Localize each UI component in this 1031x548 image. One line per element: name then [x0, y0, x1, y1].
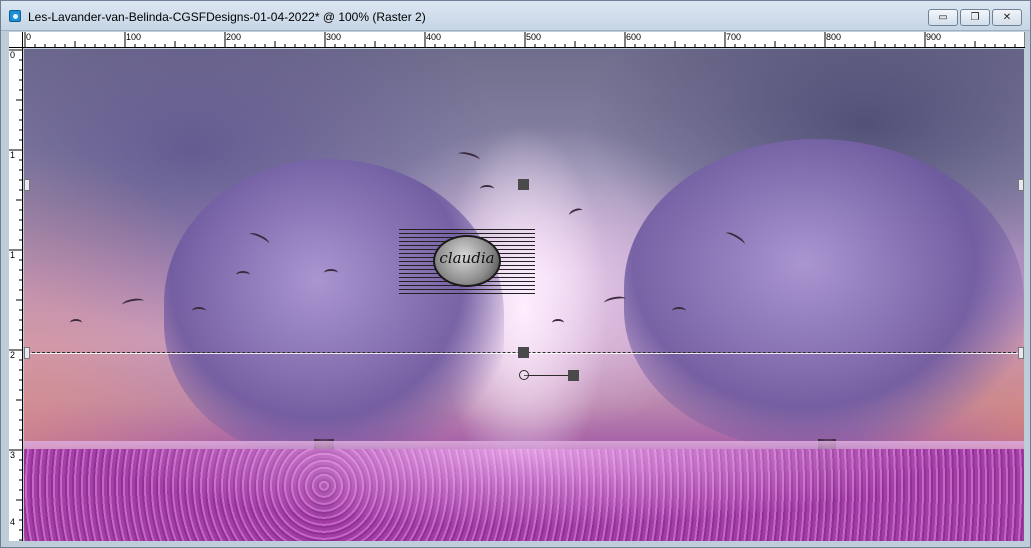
restore-icon: ❐ [970, 12, 980, 23]
bird [236, 271, 250, 279]
watermark-signature: claudia [439, 249, 495, 267]
ruler-label-500: 500 [526, 32, 542, 42]
ruler-label-300: 300 [326, 32, 342, 42]
tree-right-crown [624, 139, 1024, 449]
restore-button[interactable]: ❐ [960, 9, 990, 26]
ruler-label-800: 800 [826, 32, 842, 42]
title-bar[interactable]: Les-Lavander-van-Belinda-CGSFDesigns-01-… [1, 1, 1030, 31]
horizontal-ruler-ticks [24, 32, 1025, 47]
minimize-icon: ▭ [938, 12, 948, 23]
ruler-label-200: 200 [226, 32, 242, 42]
deform-handle-top[interactable] [518, 179, 529, 190]
rotation-pivot-icon[interactable] [519, 370, 529, 380]
ruler-label-0: 0 [26, 32, 32, 42]
ruler-label-v0: 0 [10, 50, 16, 60]
bird [324, 269, 338, 277]
image-window: Les-Lavander-van-Belinda-CGSFDesigns-01-… [0, 0, 1031, 548]
ruler-label-v470: 4 [10, 517, 16, 527]
ruler-corner [9, 32, 23, 48]
deform-handle-left-top[interactable] [24, 179, 30, 191]
bird [192, 307, 206, 315]
ruler-label-v400: 3 [10, 450, 16, 460]
vertical-ruler[interactable]: 0 1 1 2 3 4 [9, 48, 23, 541]
lavender-field [24, 449, 1024, 541]
bird [568, 206, 584, 220]
bird [480, 185, 494, 193]
ruler-label-900: 900 [926, 32, 942, 42]
rotation-handle[interactable] [568, 370, 579, 381]
vertical-ruler-ticks [9, 49, 22, 541]
rotation-arm [524, 375, 572, 376]
ruler-label-v300: 2 [10, 350, 16, 360]
bird [552, 319, 564, 327]
ruler-label-v200: 1 [10, 250, 16, 260]
watermark-logo: claudia [399, 229, 535, 295]
ruler-label-400: 400 [426, 32, 442, 42]
close-icon: ✕ [1002, 12, 1012, 23]
ruler-label-700: 700 [726, 32, 742, 42]
ruler-label-100: 100 [126, 32, 142, 42]
ruler-label-v100: 1 [10, 150, 16, 160]
deform-handle-center[interactable] [518, 347, 529, 358]
deform-handle-right-top[interactable] [1018, 179, 1024, 191]
ruler-label-600: 600 [626, 32, 642, 42]
minimize-button[interactable]: ▭ [928, 9, 958, 26]
bird [672, 307, 686, 315]
window-title: Les-Lavander-van-Belinda-CGSFDesigns-01-… [28, 10, 426, 24]
close-button[interactable]: ✕ [992, 9, 1022, 26]
deform-handle-left-mid[interactable] [24, 347, 30, 359]
tree-left-crown [164, 159, 504, 459]
bird [70, 319, 82, 327]
deform-handle-right-mid[interactable] [1018, 347, 1024, 359]
image-canvas[interactable]: claudia [24, 49, 1024, 541]
app-icon [9, 10, 21, 22]
horizontal-ruler[interactable]: 0 100 200 300 400 500 600 700 800 900 [23, 32, 1025, 48]
